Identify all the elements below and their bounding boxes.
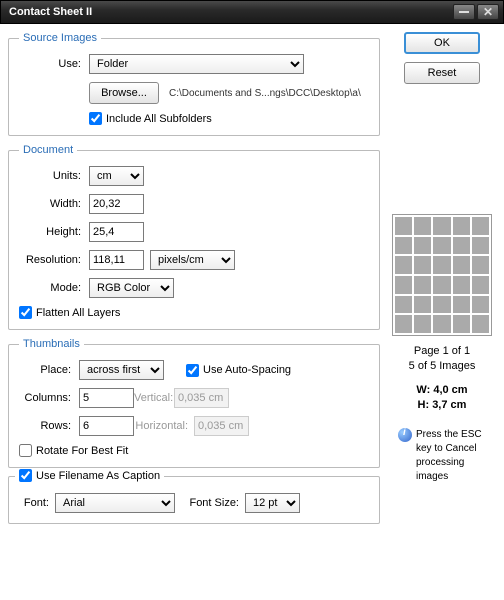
title-bar: Contact Sheet II ✕ <box>0 0 504 24</box>
flatten-label: Flatten All Layers <box>36 307 120 319</box>
source-images-group: Source Images Use: Folder Browse... C:\D… <box>8 32 380 136</box>
rows-input[interactable] <box>79 416 134 436</box>
layout-preview <box>392 214 492 336</box>
width-label: Width: <box>19 198 89 210</box>
info-icon <box>398 428 412 442</box>
rotate-label: Rotate For Best Fit <box>36 445 128 457</box>
document-group: Document Units: cm Width: Height: Resolu… <box>8 144 380 330</box>
preview-page-info: Page 1 of 1 5 of 5 Images <box>409 344 476 375</box>
rotate-input[interactable] <box>19 444 32 457</box>
flatten-checkbox[interactable]: Flatten All Layers <box>19 306 120 319</box>
rotate-checkbox[interactable]: Rotate For Best Fit <box>19 444 128 457</box>
use-label: Use: <box>19 58 89 70</box>
source-legend: Source Images <box>19 32 101 44</box>
autospace-input[interactable] <box>186 364 199 377</box>
include-subfolders-label: Include All Subfolders <box>106 113 212 125</box>
height-label: Height: <box>19 226 89 238</box>
units-select[interactable]: cm <box>89 166 144 186</box>
w-text: W: 4,0 cm <box>416 383 467 398</box>
document-legend: Document <box>19 144 77 156</box>
resolution-label: Resolution: <box>19 254 89 266</box>
flatten-input[interactable] <box>19 306 32 319</box>
font-size-select[interactable]: 12 pt <box>245 493 300 513</box>
columns-label: Columns: <box>19 392 79 404</box>
window-buttons: ✕ <box>453 4 499 20</box>
h-text: H: 3,7 cm <box>416 398 467 413</box>
include-subfolders-checkbox[interactable]: Include All Subfolders <box>89 112 212 125</box>
count-text: 5 of 5 Images <box>409 359 476 374</box>
mode-select[interactable]: RGB Color <box>89 278 174 298</box>
reset-button[interactable]: Reset <box>404 62 480 84</box>
path-text: C:\Documents and S...ngs\DCC\Desktop\a\ <box>169 88 361 99</box>
place-select[interactable]: across first <box>79 360 164 380</box>
caption-checkbox[interactable] <box>19 469 32 482</box>
rows-label: Rows: <box>19 420 79 432</box>
vertical-label: Vertical: <box>134 392 174 404</box>
caption-legend: Use Filename As Caption <box>36 470 160 482</box>
minimize-button[interactable] <box>453 4 475 20</box>
autospace-label: Use Auto-Spacing <box>203 364 291 376</box>
include-subfolders-input[interactable] <box>89 112 102 125</box>
thumbnails-legend: Thumbnails <box>19 338 84 350</box>
columns-input[interactable] <box>79 388 134 408</box>
use-select[interactable]: Folder <box>89 54 304 74</box>
height-input[interactable] <box>89 222 144 242</box>
page-text: Page 1 of 1 <box>409 344 476 359</box>
place-label: Place: <box>19 364 79 376</box>
font-select[interactable]: Arial <box>55 493 175 513</box>
browse-button[interactable]: Browse... <box>89 82 159 104</box>
mode-label: Mode: <box>19 282 89 294</box>
horizontal-label: Horizontal: <box>134 420 194 432</box>
units-label: Units: <box>19 170 89 182</box>
font-size-label: Font Size: <box>175 497 245 509</box>
ok-button[interactable]: OK <box>404 32 480 54</box>
esc-info: Press the ESC key to Cancel processing i… <box>398 428 486 484</box>
vertical-input <box>174 388 229 408</box>
resolution-units-select[interactable]: pixels/cm <box>150 250 235 270</box>
resolution-input[interactable] <box>89 250 144 270</box>
esc-text: Press the ESC key to Cancel processing i… <box>416 428 486 484</box>
caption-group: Use Filename As Caption Font: Arial Font… <box>8 476 380 524</box>
horizontal-input <box>194 416 249 436</box>
thumbnails-group: Thumbnails Place: across first Use Auto-… <box>8 338 380 468</box>
font-label: Font: <box>19 497 55 509</box>
preview-size-info: W: 4,0 cm H: 3,7 cm <box>416 383 467 414</box>
width-input[interactable] <box>89 194 144 214</box>
close-button[interactable]: ✕ <box>477 4 499 20</box>
autospace-checkbox[interactable]: Use Auto-Spacing <box>186 364 291 377</box>
window-title: Contact Sheet II <box>9 6 92 18</box>
